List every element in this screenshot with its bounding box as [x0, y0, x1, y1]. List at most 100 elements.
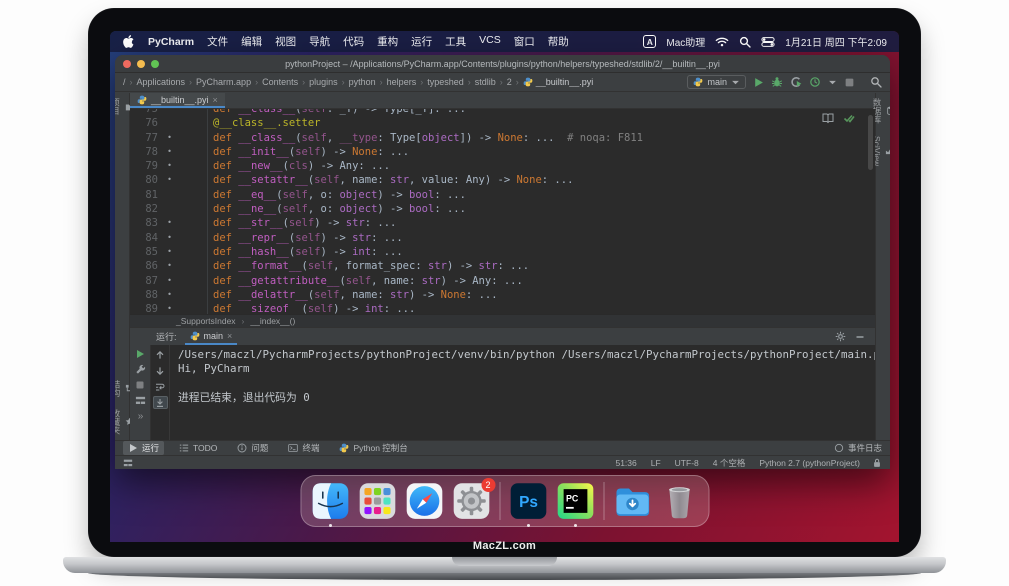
code-text: def __class__(self, __type: Type[object]…: [177, 131, 875, 145]
code-line: 82def __ne__(self, o: object) -> bool: .…: [130, 202, 875, 216]
gear-icon[interactable]: [835, 331, 846, 342]
input-source-icon[interactable]: A: [643, 35, 656, 48]
menu-item[interactable]: 重构: [377, 34, 398, 49]
dock-item-settings[interactable]: 2: [452, 482, 490, 520]
terminal-icon: [288, 443, 298, 453]
code-lines: 75def __class__(self: _T) -> Type[_T]: .…: [130, 109, 875, 314]
chevron-down-icon: [731, 78, 740, 87]
close-tab-icon[interactable]: ×: [213, 95, 218, 105]
tool-window-toggle-icon[interactable]: [123, 458, 133, 468]
tool-window-button-label: 运行: [142, 442, 159, 454]
safari-app-icon: [405, 482, 443, 520]
breadcrumb: /›Applications›PyCharm.app›Contents›plug…: [123, 77, 593, 87]
breadcrumb-item[interactable]: PyCharm.app: [196, 77, 251, 87]
run-button[interactable]: [753, 77, 764, 88]
breadcrumb-item[interactable]: Contents: [262, 77, 298, 87]
tool-window-button-terminal[interactable]: 终端: [283, 441, 324, 455]
code-editor[interactable]: 75def __class__(self: _T) -> Type[_T]: .…: [130, 109, 875, 314]
breadcrumb-file[interactable]: __builtin__.pyi: [523, 77, 594, 87]
scroll-to-end-icon[interactable]: [153, 396, 168, 409]
breadcrumb-item[interactable]: /: [123, 77, 126, 87]
editor-tab[interactable]: __builtin__.pyi ×: [130, 93, 225, 108]
pycharm-app-icon: PC: [556, 482, 594, 520]
editor-scrollbar[interactable]: [868, 115, 873, 170]
breadcrumb-item[interactable]: python: [349, 77, 376, 87]
up-stacktrace-icon[interactable]: [153, 348, 168, 361]
tool-window-button-problems[interactable]: 问题: [232, 441, 273, 455]
breadcrumb-item[interactable]: plugins: [309, 77, 338, 87]
breadcrumb-class[interactable]: _SupportsIndex: [176, 316, 236, 326]
rerun-button[interactable]: [135, 349, 145, 359]
breadcrumb-item[interactable]: stdlib: [475, 77, 496, 87]
breadcrumb-item[interactable]: helpers: [387, 77, 417, 87]
menu-item[interactable]: 窗口: [514, 34, 535, 49]
debug-button[interactable]: [771, 76, 783, 88]
dock-item-downloads[interactable]: [613, 482, 651, 520]
menu-app-name[interactable]: PyCharm: [148, 36, 194, 48]
reader-mode-icon[interactable]: [822, 112, 834, 124]
tool-window-button-python-console[interactable]: Python 控制台: [334, 441, 412, 455]
dock-item-finder[interactable]: [311, 482, 349, 520]
soft-wrap-icon[interactable]: [153, 380, 168, 393]
run-with-coverage-button[interactable]: [790, 76, 802, 88]
stop-process-button[interactable]: [135, 380, 145, 390]
run-tab[interactable]: main ×: [185, 328, 238, 345]
dock-item-trash[interactable]: [660, 482, 698, 520]
menu-item[interactable]: 运行: [411, 34, 432, 49]
down-stacktrace-icon[interactable]: [153, 364, 168, 377]
run-panel-header-actions: [835, 331, 865, 342]
status-item[interactable]: Python 2.7 (pythonProject): [759, 458, 860, 468]
menu-item[interactable]: 工具: [445, 34, 466, 49]
breadcrumb-separator: ›: [342, 77, 345, 87]
profiler-button[interactable]: [809, 76, 821, 88]
event-log-button[interactable]: 事件日志: [834, 442, 882, 454]
menu-item[interactable]: 代码: [343, 34, 364, 49]
edit-configuration-icon[interactable]: [135, 364, 146, 375]
wifi-icon[interactable]: [715, 35, 729, 49]
dock-item-photoshop[interactable]: Ps: [509, 482, 547, 520]
menu-bar-left: PyCharm 文件编辑视图导航代码重构运行工具 VCS 窗口帮助: [122, 34, 569, 49]
profiler-dropdown-icon[interactable]: [828, 78, 837, 87]
more-tools-icon[interactable]: »: [138, 411, 143, 422]
breadcrumb-method[interactable]: __index__(): [250, 316, 295, 326]
console-output[interactable]: /Users/maczl/PycharmProjects/pythonProje…: [170, 345, 875, 440]
dock-item-safari[interactable]: [405, 482, 443, 520]
hide-panel-icon[interactable]: [855, 332, 865, 342]
breadcrumb-item[interactable]: Applications: [137, 77, 186, 87]
menu-item[interactable]: VCS: [479, 34, 501, 49]
status-item[interactable]: UTF-8: [675, 458, 699, 468]
gutter-marker: •: [162, 173, 177, 187]
menu-item[interactable]: 视图: [275, 34, 296, 49]
lock-icon[interactable]: [872, 458, 882, 468]
run-tool-window: 运行: main ×: [130, 327, 875, 440]
restore-layout-icon[interactable]: [135, 395, 146, 406]
breadcrumb-separator: ›: [468, 77, 471, 87]
run-configuration-label: main: [707, 77, 727, 87]
assistant-menu-item[interactable]: Mac助理: [666, 34, 705, 49]
close-run-tab-icon[interactable]: ×: [227, 331, 232, 341]
spotlight-search-icon[interactable]: [739, 36, 751, 48]
code-line: 88•def __delattr__(self, name: str) -> N…: [130, 288, 875, 302]
tool-window-bar-left: 运行 TODO 问题终端 Python 控制台: [123, 441, 413, 455]
run-configuration-select[interactable]: main: [687, 75, 746, 89]
apple-icon[interactable]: [122, 35, 135, 48]
dock-item-pycharm[interactable]: PC: [556, 482, 594, 520]
search-everywhere-icon[interactable]: [870, 76, 882, 88]
breadcrumb-item[interactable]: 2: [507, 77, 512, 87]
tool-window-button-run[interactable]: 运行: [123, 441, 164, 455]
left-tool-strip: 项目 结构 收藏夹: [115, 93, 130, 440]
breadcrumb-item[interactable]: typeshed: [427, 77, 464, 87]
tool-window-button-todo[interactable]: TODO: [174, 442, 222, 454]
inspections-ok-icon[interactable]: [843, 112, 855, 124]
menu-item[interactable]: 帮助: [548, 34, 569, 49]
status-item[interactable]: 51:36: [615, 458, 636, 468]
dock-item-launchpad[interactable]: [358, 482, 396, 520]
menu-bar-clock[interactable]: 1月21日 周四 下午2:09: [785, 34, 887, 49]
control-center-icon[interactable]: [761, 35, 775, 49]
menu-item[interactable]: 编辑: [241, 34, 262, 49]
status-item[interactable]: 4 个空格: [713, 457, 746, 469]
menu-item[interactable]: 文件: [207, 34, 228, 49]
menu-item[interactable]: 导航: [309, 34, 330, 49]
status-item[interactable]: LF: [651, 458, 661, 468]
stop-button[interactable]: [844, 77, 855, 88]
